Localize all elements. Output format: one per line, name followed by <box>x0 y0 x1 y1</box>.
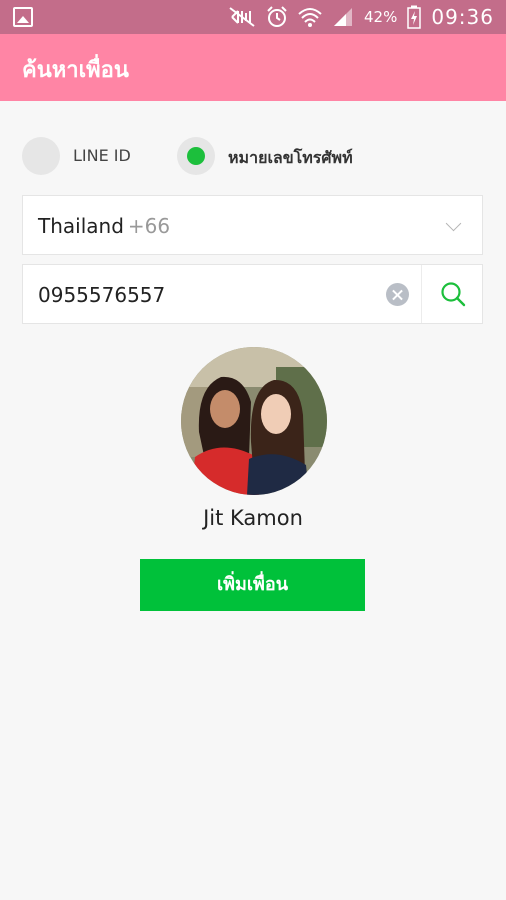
wifi-icon <box>298 8 322 27</box>
gallery-icon <box>13 7 33 27</box>
radio-line-id[interactable] <box>22 137 60 175</box>
clear-icon[interactable] <box>386 283 409 306</box>
page-title: ค้นหาเพื่อน <box>22 58 129 83</box>
clock: 09:36 <box>431 5 494 29</box>
alarm-icon <box>267 6 287 27</box>
app-header: ค้นหาเพื่อน <box>0 34 506 101</box>
radio-selected-dot <box>187 147 205 165</box>
country-name: Thailand <box>38 214 124 238</box>
country-code: +66 <box>127 214 171 238</box>
signal-icon <box>334 8 353 26</box>
profile-avatar[interactable] <box>181 347 327 495</box>
search-icon <box>441 282 466 307</box>
chevron-down-icon <box>445 215 462 232</box>
battery-charging-icon <box>407 5 422 29</box>
country-value: Thailand +66 <box>38 214 170 238</box>
search-type-selector: LINE ID หมายเลขโทรศัพท์ <box>22 137 492 175</box>
status-bar: 42% 09:36 <box>0 0 506 34</box>
phone-input[interactable]: 0955576557 <box>38 283 165 307</box>
radio-phone-number[interactable] <box>177 137 215 175</box>
mute-icon <box>229 7 255 27</box>
add-friend-button[interactable]: เพิ่มเพื่อน <box>140 559 365 611</box>
search-button[interactable] <box>422 265 483 323</box>
phone-search-box: 0955576557 <box>22 264 483 324</box>
profile-name: Jit Kamon <box>203 506 303 530</box>
radio-line-id-label[interactable]: LINE ID <box>73 146 131 165</box>
profile-photo <box>181 347 327 495</box>
radio-phone-number-label[interactable]: หมายเลขโทรศัพท์ <box>228 146 353 171</box>
battery-percent: 42% <box>364 8 398 26</box>
country-selector[interactable]: Thailand +66 <box>22 195 483 255</box>
